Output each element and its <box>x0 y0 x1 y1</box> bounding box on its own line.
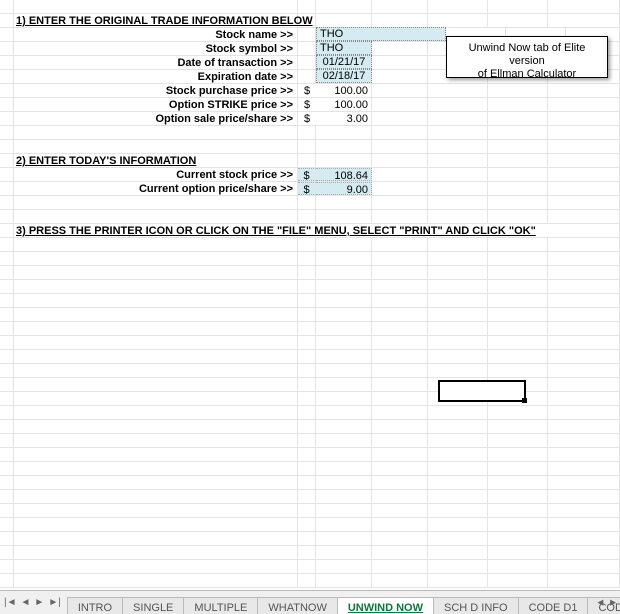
section2-title: 2) ENTER TODAY'S INFORMATION <box>14 154 298 167</box>
stock-symbol-input[interactable]: THO <box>316 41 372 55</box>
annotation-callout: Unwind Now tab of Elite version of Ellma… <box>446 36 608 78</box>
option-sale-price-label: Option sale price/share >> <box>14 112 298 125</box>
option-sale-price-input[interactable]: 3.00 <box>316 112 372 125</box>
active-cell-cursor[interactable] <box>438 380 526 402</box>
sheet-tab-bar: |◄ ◄ ► ►| INTROSINGLEMULTIPLEWHATNOWUNWI… <box>0 590 620 614</box>
currency-symbol: $ <box>298 182 316 195</box>
current-option-price-input[interactable]: 9.00 <box>316 182 372 195</box>
stock-symbol-label: Stock symbol >> <box>14 42 298 55</box>
section3-title: 3) PRESS THE PRINTER ICON OR CLICK ON TH… <box>14 224 620 237</box>
currency-symbol: $ <box>298 98 316 111</box>
currency-symbol: $ <box>298 168 316 181</box>
section1-title: 1) ENTER THE ORIGINAL TRADE INFORMATION … <box>14 14 298 27</box>
option-strike-price-label: Option STRIKE price >> <box>14 98 298 111</box>
tab-unwind-now[interactable]: UNWIND NOW <box>337 597 434 614</box>
current-stock-price-label: Current stock price >> <box>14 168 298 181</box>
tab-nav-next-icon[interactable]: ► <box>34 597 44 608</box>
callout-line1: Unwind Now tab of Elite version <box>451 42 603 68</box>
tab-multiple[interactable]: MULTIPLE <box>183 597 258 614</box>
date-transaction-input[interactable]: 01/21/17 <box>316 55 372 69</box>
tab-single[interactable]: SINGLE <box>122 597 184 614</box>
expiration-date-input[interactable]: 02/18/17 <box>316 69 372 83</box>
tab-code-d1[interactable]: CODE D1 <box>518 597 589 614</box>
scroll-right-icon[interactable]: ◄ ► <box>595 597 618 608</box>
callout-line2: of Ellman Calculator <box>451 68 603 81</box>
stock-name-label: Stock name >> <box>14 28 298 41</box>
spreadsheet-area[interactable]: 1) ENTER THE ORIGINAL TRADE INFORMATION … <box>0 0 620 590</box>
tab-nav-last-icon[interactable]: ►| <box>48 597 61 608</box>
tab-intro[interactable]: INTRO <box>67 597 123 614</box>
stock-name-input[interactable]: THO <box>316 27 446 41</box>
tab-sch-d-info[interactable]: SCH D INFO <box>433 597 519 614</box>
tab-nav-first-icon[interactable]: |◄ <box>4 597 17 608</box>
stock-purchase-price-label: Stock purchase price >> <box>14 84 298 97</box>
date-transaction-label: Date of transaction >> <box>14 56 298 69</box>
current-stock-price-input[interactable]: 108.64 <box>316 168 372 181</box>
stock-purchase-price-input[interactable]: 100.00 <box>316 84 372 97</box>
currency-symbol: $ <box>298 84 316 97</box>
currency-symbol: $ <box>298 112 316 125</box>
tab-nav-prev-icon[interactable]: ◄ <box>21 597 31 608</box>
tab-whatnow[interactable]: WHATNOW <box>257 597 337 614</box>
expiration-date-label: Expiration date >> <box>14 70 298 83</box>
current-option-price-label: Current option price/share >> <box>14 182 298 195</box>
option-strike-price-input[interactable]: 100.00 <box>316 98 372 111</box>
